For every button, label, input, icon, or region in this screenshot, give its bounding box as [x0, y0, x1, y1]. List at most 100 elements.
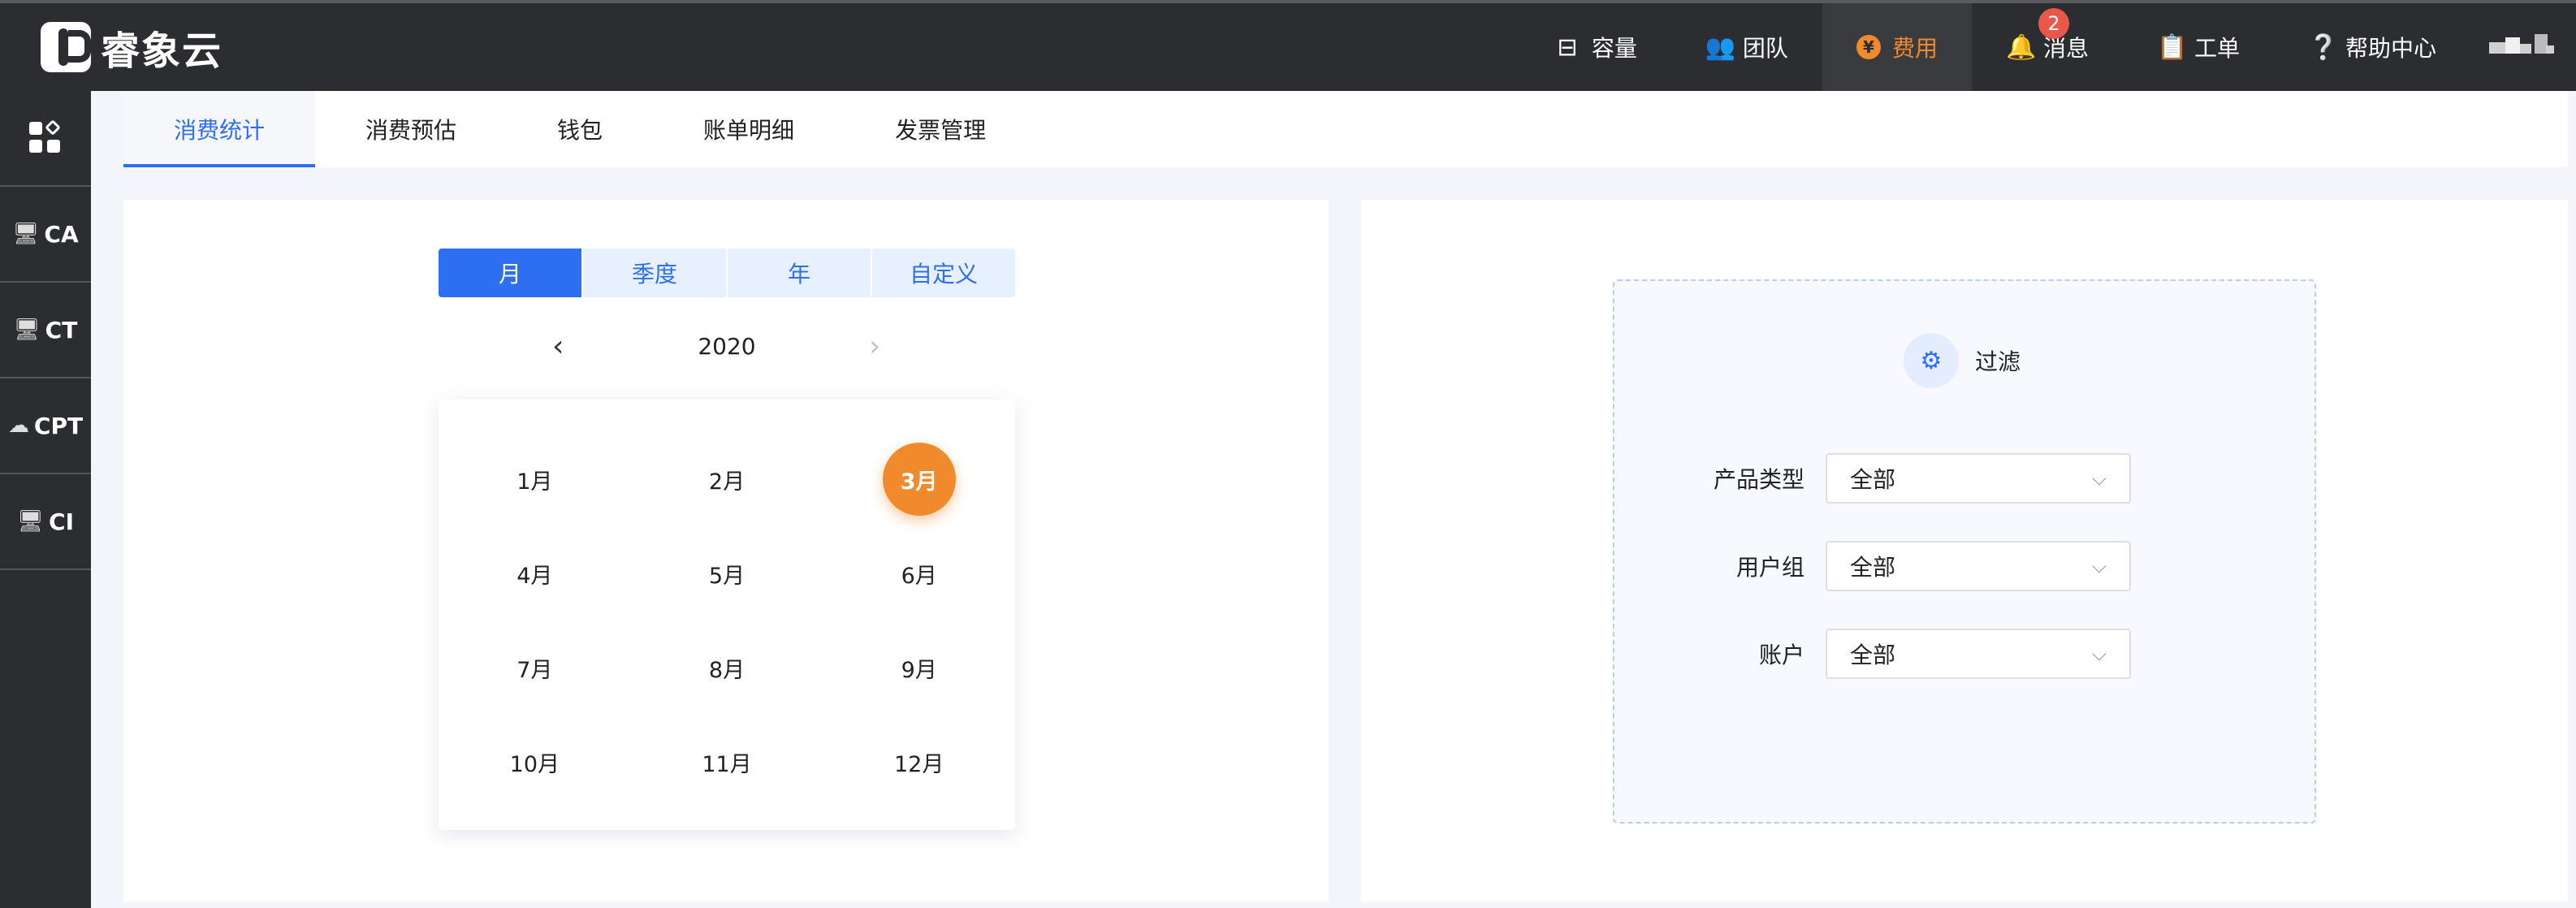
month-label: 10月 [509, 751, 560, 777]
product-type-select[interactable]: 全部 ⌵ [1826, 453, 2131, 504]
nav-billing[interactable]: ¥ 费用 [1822, 3, 1972, 91]
filter-label: 产品类型 [1713, 466, 1804, 493]
month-cell[interactable]: 7月 [439, 620, 631, 715]
sidebar-item-label: CT [45, 316, 78, 344]
sidebar-item-label: CPT [33, 412, 84, 439]
chevron-left-icon[interactable]: ‹ [552, 330, 564, 363]
nav-label: 团队 [1742, 35, 1788, 62]
year-label: 2020 [698, 332, 756, 360]
nav-label: 容量 [1591, 35, 1637, 62]
period-custom-button[interactable]: 自定义 [872, 249, 1015, 297]
brand-name: 睿象云 [101, 28, 223, 74]
billing-tabs: 消费统计 消费预估 钱包 账单明细 发票管理 [123, 91, 2568, 167]
month-label: 6月 [901, 563, 937, 589]
monitor-icon: 🖥 [12, 222, 40, 246]
month-cell-selected[interactable]: 3月 [823, 432, 1015, 526]
month-cell[interactable]: 9月 [823, 620, 1015, 715]
month-cell[interactable]: 6月 [823, 526, 1015, 620]
sidebar-item-apps[interactable] [0, 91, 91, 187]
month-label: 12月 [893, 751, 944, 777]
tab-invoice-management[interactable]: 发票管理 [845, 91, 1036, 167]
filter-header: ⚙ 过滤 [1904, 333, 2021, 388]
message-count-badge: 2 [2038, 8, 2069, 39]
account-select[interactable]: 全部 ⌵ [1826, 629, 2131, 679]
tab-consumption-estimate[interactable]: 消费预估 [315, 91, 507, 167]
month-label: 9月 [901, 657, 937, 683]
nav-team[interactable]: 👥 团队 [1671, 3, 1822, 91]
user-group-select[interactable]: 全部 ⌵ [1826, 541, 2131, 591]
month-cell[interactable]: 8月 [631, 620, 823, 715]
cloud-icon: ☁ [7, 413, 29, 438]
clipboard-icon: 📋 [2156, 32, 2188, 62]
nav-messages[interactable]: 🔔 消息 2 [1972, 3, 2123, 91]
select-value: 全部 [1850, 466, 1896, 493]
year-navigator: ‹ 2020 › [439, 322, 1015, 370]
select-value: 全部 [1850, 554, 1896, 581]
bell-icon: 🔔 [2005, 32, 2037, 62]
yen-icon: ¥ [1856, 35, 1881, 59]
period-quarter-button[interactable]: 季度 [583, 249, 728, 297]
chevron-right-icon[interactable]: › [869, 330, 880, 363]
month-picker: 1月 2月 3月 4月 5月 6月 7月 8月 9月 10月 11月 12月 [439, 400, 1015, 830]
filter-label: 用户组 [1735, 554, 1804, 581]
month-label: 7月 [516, 657, 553, 683]
tab-bill-details[interactable]: 账单明细 [653, 91, 845, 167]
month-cell[interactable]: 12月 [823, 715, 1015, 809]
sidebar-item-label: CA [44, 220, 79, 248]
tab-wallet[interactable]: 钱包 [507, 91, 653, 167]
nav-label: 帮助中心 [2345, 35, 2436, 62]
month-cell[interactable]: 11月 [631, 715, 823, 809]
month-cell[interactable]: 2月 [631, 432, 823, 526]
month-grid: 1月 2月 3月 4月 5月 6月 7月 8月 9月 10月 11月 12月 [439, 432, 1015, 809]
nav-label: 工单 [2193, 35, 2240, 62]
filter-row-user-group: 用户组 全部 ⌵ [1614, 541, 2318, 591]
month-cell[interactable]: 4月 [439, 526, 631, 620]
month-label: 8月 [708, 657, 746, 683]
user-avatar[interactable] [2470, 3, 2576, 91]
nav-capacity[interactable]: ⊟ 容量 [1520, 3, 1671, 91]
sidebar-item-ci[interactable]: 🖥 CI [0, 474, 91, 570]
filter-label: 账户 [1758, 642, 1804, 668]
avatar-image [2489, 34, 2557, 60]
nav-help[interactable]: ❔ 帮助中心 [2274, 3, 2470, 91]
filter-box: ⚙ 过滤 产品类型 全部 ⌵ 用户组 全部 ⌵ 账户 全部 ⌵ [1613, 279, 2316, 824]
month-cell[interactable]: 5月 [631, 526, 823, 620]
period-month-button[interactable]: 月 [439, 249, 583, 297]
sidebar-item-ct[interactable]: 🖥 CT [0, 283, 91, 378]
month-label: 11月 [702, 751, 752, 777]
inbox-icon: ⊟ [1557, 32, 1578, 62]
apps-grid-icon [29, 119, 62, 154]
month-label: 4月 [516, 563, 553, 589]
top-nav: ⊟ 容量 👥 团队 ¥ 费用 🔔 消息 2 📋 工单 ❔ 帮助中心 [1520, 3, 2576, 91]
nav-tickets[interactable]: 📋 工单 [2123, 3, 2274, 91]
chevron-down-icon: ⌵ [2091, 555, 2107, 577]
period-year-button[interactable]: 年 [728, 249, 872, 297]
month-label: 3月 [882, 443, 956, 516]
filter-row-product-type: 产品类型 全部 ⌵ [1614, 453, 2318, 504]
filter-panel: ⚙ 过滤 产品类型 全部 ⌵ 用户组 全部 ⌵ 账户 全部 ⌵ [1361, 200, 2568, 902]
monitor-icon: 🖥 [13, 318, 41, 342]
filter-row-account: 账户 全部 ⌵ [1614, 629, 2318, 679]
month-cell[interactable]: 1月 [439, 432, 631, 526]
top-bar: 睿象云 ⊟ 容量 👥 团队 ¥ 费用 🔔 消息 2 📋 工单 ❔ 帮助中心 [0, 0, 2576, 91]
select-value: 全部 [1850, 642, 1896, 668]
sidebar-item-label: CI [49, 508, 74, 535]
sidebar-item-cpt[interactable]: ☁ CPT [0, 378, 91, 474]
period-type-toggle: 月 季度 年 自定义 [439, 249, 1015, 297]
chevron-down-icon: ⌵ [2091, 642, 2107, 665]
nav-label: 费用 [1891, 35, 1938, 62]
month-label: 1月 [516, 469, 553, 495]
month-label: 2月 [708, 469, 746, 495]
filter-icon: ⚙ [1904, 333, 1959, 388]
chevron-down-icon: ⌵ [2091, 467, 2107, 490]
logo-icon [41, 22, 91, 72]
team-icon: 👥 [1705, 32, 1736, 62]
month-cell[interactable]: 10月 [439, 715, 631, 809]
monitor-icon: 🖥 [17, 509, 45, 534]
help-icon: ❔ [2307, 32, 2339, 62]
period-picker-panel: 月 季度 年 自定义 ‹ 2020 › 1月 2月 3月 4月 5月 6月 7月… [123, 200, 1329, 902]
tab-consumption-stats[interactable]: 消费统计 [123, 91, 316, 167]
filter-title: 过滤 [1975, 348, 2021, 375]
brand-logo[interactable]: 睿象云 [41, 21, 223, 74]
sidebar-item-ca[interactable]: 🖥 CA [0, 187, 91, 283]
